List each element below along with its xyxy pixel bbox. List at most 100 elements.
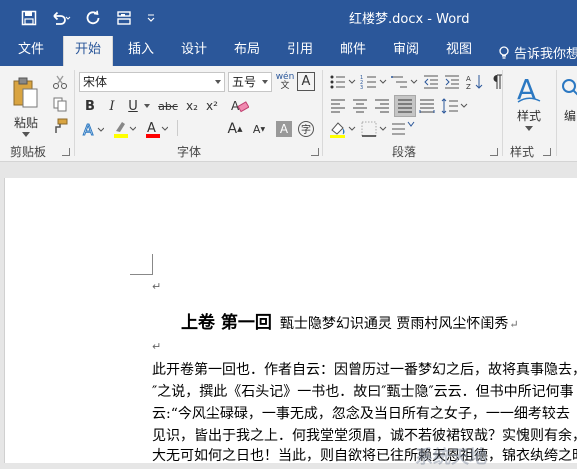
format-painter-icon[interactable]	[50, 116, 70, 136]
title-bar: 红楼梦.docx - Word	[0, 0, 577, 36]
font-launcher-icon[interactable]	[311, 148, 319, 156]
svg-text:Z: Z	[466, 83, 471, 90]
paragraph-mark: ↵	[152, 280, 162, 293]
svg-text:A: A	[466, 75, 471, 83]
document-title: 红楼梦.docx - Word	[349, 12, 470, 27]
align-right-icon[interactable]	[372, 96, 392, 116]
body-text-line: 大无可如何之日也！当此，则自欲将已往所赖天恩祖德，锦衣纨绔之时	[152, 448, 577, 464]
subscript-button[interactable]: x₂	[183, 96, 201, 116]
increase-indent-icon[interactable]	[443, 72, 461, 92]
watermark: 系统天地	[415, 447, 487, 468]
text-effects-icon[interactable]: A	[81, 118, 105, 140]
bold-button[interactable]: B	[81, 96, 99, 116]
tab-references[interactable]: 引用	[277, 36, 323, 66]
styles-button[interactable]: 样式	[510, 106, 548, 124]
group-divider	[502, 70, 503, 156]
show-marks-icon[interactable]	[488, 72, 506, 92]
group-divider	[556, 70, 557, 156]
save-icon[interactable]	[14, 6, 44, 30]
sort-icon[interactable]: AZ	[465, 72, 485, 92]
shrink-font-button[interactable]: A ▼	[250, 118, 268, 140]
tab-home[interactable]: 开始	[63, 36, 113, 67]
body-text-line: 云:“今风尘碌碌，一事无成，忽念及当日所有之女子，一一细考较去	[152, 406, 570, 422]
tab-mailings[interactable]: 邮件	[330, 36, 376, 66]
paste-button[interactable]: 粘贴	[6, 114, 46, 130]
tab-view[interactable]: 视图	[436, 36, 482, 66]
tab-review[interactable]: 审阅	[383, 36, 429, 66]
svg-text:A: A	[83, 121, 94, 138]
font-color-icon[interactable]: A	[143, 118, 169, 140]
decrease-indent-icon[interactable]	[422, 72, 440, 92]
align-center-icon[interactable]	[350, 96, 370, 116]
italic-button[interactable]: I	[103, 96, 121, 116]
strikethrough-button[interactable]: abc	[155, 96, 181, 116]
paragraph-mark: ↵	[152, 340, 162, 353]
document-page[interactable]: ↵ 上卷 第一回 甄士隐梦幻识通灵 贾雨村风尘怀闺秀↵ ↵ 此开卷第一回也．作者自…	[4, 178, 577, 468]
ribbon: 粘贴 剪贴板 宋体 五号 wén 文 A B I U abc x₂ x² A A …	[0, 66, 577, 162]
borders-icon[interactable]	[359, 118, 389, 140]
multilevel-list-icon[interactable]	[390, 72, 420, 92]
line-spacing-icon[interactable]	[440, 96, 470, 116]
font-size-combo[interactable]: 五号	[228, 72, 272, 92]
svg-text:A: A	[147, 121, 156, 136]
body-text-line: ″之说，撰此《石头记》一书也．故曰″甄士隐″云云．但书中所记何事	[152, 384, 574, 400]
distributed-icon[interactable]	[417, 96, 437, 116]
cut-icon[interactable]	[50, 72, 70, 92]
chapter-heading-subtitle: 甄士隐梦幻识通灵 贾雨村风尘怀闺秀	[279, 316, 509, 332]
styles-dropdown-icon[interactable]	[522, 124, 536, 134]
styles-group-label: 样式	[510, 145, 535, 159]
tab-design[interactable]: 设计	[171, 36, 217, 66]
undo-icon[interactable]	[46, 6, 76, 30]
highlight-color-icon[interactable]	[111, 118, 137, 140]
redo-icon[interactable]	[78, 6, 108, 30]
svg-text:3: 3	[360, 85, 363, 90]
group-divider	[322, 70, 323, 156]
enclose-characters-icon[interactable]: 字	[296, 120, 316, 138]
paste-icon[interactable]	[8, 74, 42, 114]
paragraph-mark: ↵	[509, 318, 519, 331]
clear-formatting-icon[interactable]: A	[229, 96, 251, 116]
chinese-layout-icon[interactable]	[390, 118, 418, 140]
customize-icon[interactable]	[110, 6, 140, 30]
margin-corner-mark	[152, 254, 153, 275]
align-left-icon[interactable]	[328, 96, 348, 116]
quick-access-toolbar	[14, 6, 160, 30]
paste-dropdown-icon[interactable]	[18, 130, 34, 140]
paragraph-group-label: 段落	[392, 145, 417, 159]
grow-font-button[interactable]: A ▲	[226, 118, 244, 140]
editing-button[interactable]: 编	[560, 106, 577, 124]
copy-icon[interactable]	[50, 94, 70, 114]
numbering-icon[interactable]: 123	[359, 72, 389, 92]
styles-icon[interactable]: A	[512, 72, 546, 106]
divider-line	[173, 118, 181, 138]
qat-more-icon[interactable]	[142, 6, 160, 30]
underline-dropdown-icon[interactable]	[143, 100, 151, 112]
tell-me-box[interactable]: 告诉我你想	[498, 43, 577, 62]
body-text-line: 此开卷第一回也．作者自云：因曾历过一番梦幻之后，故将真事隐去，	[152, 362, 577, 378]
svg-text:字: 字	[301, 123, 311, 136]
underline-button[interactable]: U	[124, 96, 142, 116]
character-border-icon[interactable]: A	[297, 72, 315, 91]
tab-file[interactable]: 文件	[8, 36, 54, 66]
tell-me-label: 告诉我你想	[514, 47, 577, 62]
find-icon[interactable]	[559, 74, 577, 104]
clipboard-group-label: 剪贴板	[10, 145, 47, 159]
group-divider	[74, 70, 75, 156]
chapter-heading-main: 上卷 第一回	[181, 313, 272, 333]
ribbon-tabs: 文件 开始 插入 设计 布局 引用 邮件 审阅 视图 告诉我你想	[0, 36, 577, 67]
tab-insert[interactable]: 插入	[118, 36, 164, 66]
phonetic-guide-icon[interactable]: wén 文	[275, 71, 295, 93]
shading-icon[interactable]	[328, 118, 358, 140]
bullets-icon[interactable]	[328, 72, 358, 92]
clipboard-launcher-icon[interactable]	[62, 148, 70, 156]
paragraph-launcher-icon[interactable]	[490, 148, 498, 156]
superscript-button[interactable]: x²	[203, 96, 221, 116]
chapter-heading: 上卷 第一回 甄士隐梦幻识通灵 贾雨村风尘怀闺秀↵	[181, 308, 519, 333]
character-shading-icon[interactable]: A	[276, 121, 292, 137]
lightbulb-icon	[499, 45, 509, 59]
styles-launcher-icon[interactable]	[543, 148, 551, 156]
body-text-line: 见识，皆出于我之上．何我堂堂须眉，诚不若彼裙钗哉？实愧则有余，	[152, 428, 577, 444]
justify-icon[interactable]	[394, 95, 416, 117]
tab-layout[interactable]: 布局	[224, 36, 270, 66]
font-name-combo[interactable]: 宋体	[79, 72, 225, 92]
